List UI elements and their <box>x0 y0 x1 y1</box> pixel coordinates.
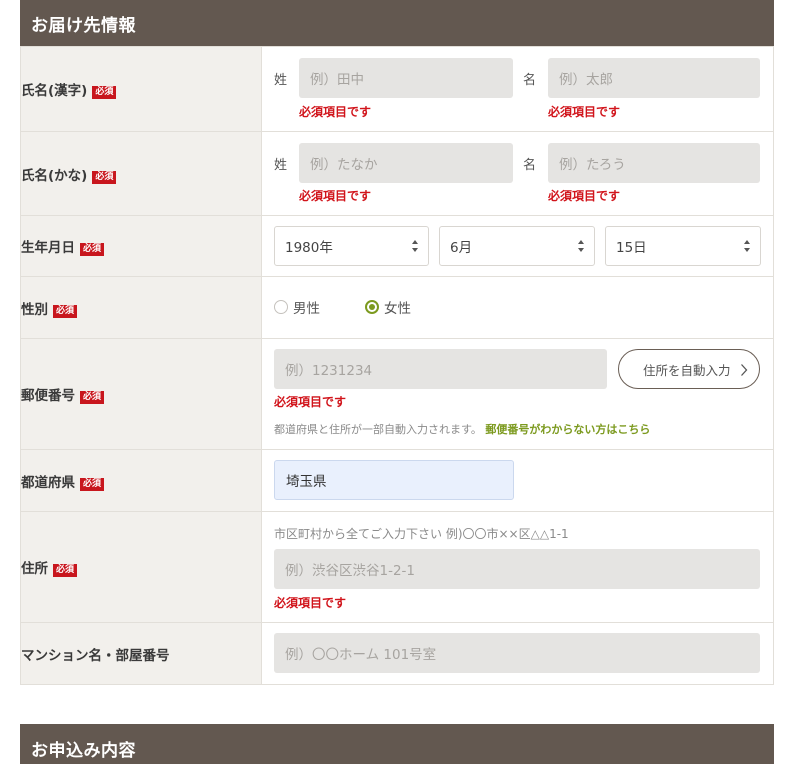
postal-code-input[interactable]: 例）1231234 <box>274 349 607 389</box>
label-cell: 都道府県 必須 <box>20 449 262 512</box>
field-cell: 1980年 6月 15日 <box>261 215 774 277</box>
required-badge: 必須 <box>92 86 117 99</box>
input-placeholder: 例）太郎 <box>559 72 613 88</box>
row-name-kanji: 氏名(漢字) 必須 姓 例）田中 必須項目です 名 例）太郎 必須項目です <box>20 46 774 132</box>
first-name-prefix: 名 <box>523 73 537 88</box>
chevron-right-icon <box>741 364 748 376</box>
label-cell: マンション名・部屋番号 <box>20 622 262 685</box>
row-postal-code: 郵便番号 必須 例）1231234 住所を自動入力 必須項目です 都道府県と住所が… <box>20 338 774 450</box>
row-building: マンション名・部屋番号 例）〇〇ホーム 101号室 <box>20 622 774 685</box>
field-cell: 例）1231234 住所を自動入力 必須項目です 都道府県と住所が一部自動入力さ… <box>261 338 774 450</box>
building-input[interactable]: 例）〇〇ホーム 101号室 <box>274 633 760 673</box>
field-label: 郵便番号 <box>21 388 75 404</box>
row-name-kana: 氏名(かな) 必須 姓 例）たなか 必須項目です 名 例）たろう 必須項目です <box>20 131 774 216</box>
row-prefecture: 都道府県 必須 埼玉県 <box>20 449 774 512</box>
input-value: 埼玉県 <box>286 474 327 490</box>
row-gender: 性別 必須 男性 女性 <box>20 276 774 339</box>
section-title-text: お申込み内容 <box>31 741 136 761</box>
section-title-delivery: お届け先情報 <box>20 0 774 46</box>
button-label: 住所を自動入力 <box>643 362 731 378</box>
required-badge: 必須 <box>80 477 105 491</box>
delivery-form: お届け先情報 氏名(漢字) 必須 姓 例）田中 必須項目です 名 例）太郎 必須項… <box>20 0 774 685</box>
field-label: 住所 <box>21 561 48 577</box>
field-label: 都道府県 <box>21 474 75 491</box>
select-arrows-icon <box>744 240 750 252</box>
field-cell: 埼玉県 <box>261 449 774 512</box>
address-input[interactable]: 例）渋谷区渋谷1-2-1 <box>274 549 760 589</box>
field-cell: 男性 女性 <box>261 276 774 339</box>
field-cell: 例）〇〇ホーム 101号室 <box>261 622 774 685</box>
select-value: 1980年 <box>285 240 333 256</box>
auto-fill-address-button[interactable]: 住所を自動入力 <box>618 349 760 389</box>
select-value: 15日 <box>616 240 647 256</box>
required-badge: 必須 <box>80 243 105 256</box>
delivery-form-table: 氏名(漢字) 必須 姓 例）田中 必須項目です 名 例）太郎 必須項目です 氏名(… <box>20 46 774 685</box>
last-name-kana-input[interactable]: 例）たなか <box>299 143 513 183</box>
last-name-kanji-input[interactable]: 例）田中 <box>299 58 513 98</box>
field-label: 氏名(かな) <box>21 167 88 184</box>
section-title-order: お申込み内容 <box>20 724 774 764</box>
field-cell: 姓 例）たなか 必須項目です 名 例）たろう 必須項目です <box>261 131 774 216</box>
postal-hint-text: 都道府県と住所が一部自動入力されます。 <box>274 423 482 436</box>
input-placeholder: 例）1231234 <box>285 363 373 379</box>
address-hint: 市区町村から全てご入力下さい 例)〇〇市××区△△1-1 <box>274 527 569 541</box>
row-birthdate: 生年月日 必須 1980年 6月 15日 <box>20 215 774 277</box>
field-label: 氏名(漢字) <box>21 83 88 99</box>
row-address: 住所 必須 市区町村から全てご入力下さい 例)〇〇市××区△△1-1 例）渋谷区渋… <box>20 511 774 623</box>
last-name-prefix: 姓 <box>274 73 288 88</box>
select-value: 6月 <box>450 240 473 256</box>
birth-month-select[interactable]: 6月 <box>439 226 595 266</box>
input-placeholder: 例）〇〇ホーム 101号室 <box>285 647 437 663</box>
label-cell: 住所 必須 <box>20 511 262 623</box>
field-label: マンション名・部屋番号 <box>21 647 170 664</box>
field-label: 生年月日 <box>21 240 75 256</box>
radio-unchecked-icon[interactable] <box>274 300 288 314</box>
prefecture-input[interactable]: 埼玉県 <box>274 460 514 500</box>
postal-lookup-link[interactable]: 郵便番号がわからない方はこちら <box>485 423 650 436</box>
label-cell: 郵便番号 必須 <box>20 338 262 450</box>
first-name-kana-input[interactable]: 例）たろう <box>548 143 760 183</box>
label-cell: 氏名(漢字) 必須 <box>20 46 262 132</box>
last-name-prefix: 姓 <box>274 158 288 173</box>
field-cell: 市区町村から全てご入力下さい 例)〇〇市××区△△1-1 例）渋谷区渋谷1-2-… <box>261 511 774 623</box>
error-message: 必須項目です <box>548 105 621 119</box>
field-label: 性別 <box>21 301 48 318</box>
input-placeholder: 例）たなか <box>310 157 378 173</box>
label-cell: 性別 必須 <box>20 276 262 339</box>
radio-label: 男性 <box>293 301 320 317</box>
gender-radio-female[interactable]: 女性 <box>365 297 411 317</box>
label-cell: 生年月日 必須 <box>20 215 262 277</box>
error-message: 必須項目です <box>299 105 372 119</box>
label-cell: 氏名(かな) 必須 <box>20 131 262 216</box>
required-badge: 必須 <box>53 564 78 577</box>
input-placeholder: 例）渋谷区渋谷1-2-1 <box>285 563 416 579</box>
birth-year-select[interactable]: 1980年 <box>274 226 429 266</box>
gender-radio-male[interactable]: 男性 <box>274 297 320 317</box>
error-message: 必須項目です <box>299 189 372 203</box>
error-message: 必須項目です <box>274 596 347 610</box>
radio-checked-icon[interactable] <box>365 300 379 314</box>
select-arrows-icon <box>578 240 584 252</box>
section-title-text: お届け先情報 <box>31 15 136 36</box>
required-badge: 必須 <box>80 391 105 404</box>
input-placeholder: 例）田中 <box>310 72 364 88</box>
error-message: 必須項目です <box>548 189 621 203</box>
required-badge: 必須 <box>53 304 78 318</box>
input-placeholder: 例）たろう <box>559 157 626 173</box>
postal-hint: 都道府県と住所が一部自動入力されます。 郵便番号がわからない方はこちら <box>274 421 650 437</box>
field-cell: 姓 例）田中 必須項目です 名 例）太郎 必須項目です <box>261 46 774 132</box>
required-badge: 必須 <box>92 170 117 184</box>
birth-day-select[interactable]: 15日 <box>605 226 761 266</box>
select-arrows-icon <box>412 240 418 252</box>
error-message: 必須項目です <box>274 395 347 409</box>
first-name-prefix: 名 <box>523 158 537 173</box>
radio-label: 女性 <box>384 301 411 317</box>
first-name-kanji-input[interactable]: 例）太郎 <box>548 58 760 98</box>
